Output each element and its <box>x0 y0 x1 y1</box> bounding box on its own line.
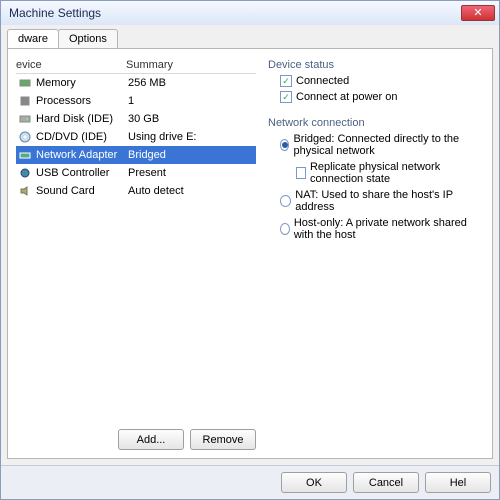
dialog-footer: OK Cancel Hel <box>1 465 499 499</box>
device-row[interactable]: Sound CardAuto detect <box>16 182 256 200</box>
device-summary: Present <box>128 167 254 179</box>
hostonly-radio[interactable]: Host-only: A private network shared with… <box>280 217 480 241</box>
replicate-label: Replicate physical network connection st… <box>310 161 480 185</box>
hostonly-label: Host-only: A private network shared with… <box>294 217 480 241</box>
radio-icon <box>280 139 289 151</box>
bridged-label: Bridged: Connected directly to the physi… <box>293 133 480 157</box>
net-icon <box>18 148 32 162</box>
connect-poweron-checkbox[interactable]: ✓ Connect at power on <box>280 91 480 103</box>
device-summary: 1 <box>128 95 254 107</box>
network-connection-group: Network connection Bridged: Connected di… <box>268 117 480 241</box>
cancel-button[interactable]: Cancel <box>353 472 419 493</box>
memory-icon <box>18 76 32 90</box>
device-status-group: Device status ✓ Connected ✓ Connect at p… <box>268 59 480 103</box>
device-list-header: evice Summary <box>16 57 256 74</box>
header-summary[interactable]: Summary <box>126 59 256 71</box>
device-row[interactable]: Network AdapterBridged <box>16 146 256 164</box>
device-buttons: Add... Remove <box>16 429 256 450</box>
titlebar[interactable]: Machine Settings ✕ <box>1 1 499 25</box>
connect-poweron-label: Connect at power on <box>296 91 398 103</box>
add-button[interactable]: Add... <box>118 429 184 450</box>
device-summary: 256 MB <box>128 77 254 89</box>
checkbox-icon <box>296 167 306 179</box>
device-name: USB Controller <box>36 167 128 179</box>
detail-panel: Device status ✓ Connected ✓ Connect at p… <box>264 57 484 450</box>
hdd-icon <box>18 112 32 126</box>
tab-hardware[interactable]: dware <box>7 29 59 48</box>
device-summary: 30 GB <box>128 113 254 125</box>
network-connection-title: Network connection <box>268 117 480 129</box>
tab-options[interactable]: Options <box>58 29 118 48</box>
tab-body: evice Summary Memory256 MBProcessors1Har… <box>7 48 493 459</box>
device-name: Network Adapter <box>36 149 128 161</box>
device-name: CD/DVD (IDE) <box>36 131 128 143</box>
device-row[interactable]: USB ControllerPresent <box>16 164 256 182</box>
checkbox-icon: ✓ <box>280 75 292 87</box>
bridged-radio[interactable]: Bridged: Connected directly to the physi… <box>280 133 480 157</box>
device-name: Sound Card <box>36 185 128 197</box>
replicate-checkbox[interactable]: Replicate physical network connection st… <box>296 161 480 185</box>
radio-icon <box>280 223 290 235</box>
device-summary: Using drive E: <box>128 131 254 143</box>
device-status-title: Device status <box>268 59 480 71</box>
device-summary: Auto detect <box>128 185 254 197</box>
help-button[interactable]: Hel <box>425 472 491 493</box>
window-title: Machine Settings <box>5 6 461 20</box>
device-name: Memory <box>36 77 128 89</box>
nat-label: NAT: Used to share the host's IP address <box>295 189 480 213</box>
settings-window: Machine Settings ✕ dware Options evice S… <box>0 0 500 500</box>
nat-radio[interactable]: NAT: Used to share the host's IP address <box>280 189 480 213</box>
device-summary: Bridged <box>128 149 254 161</box>
sound-icon <box>18 184 32 198</box>
device-row[interactable]: CD/DVD (IDE)Using drive E: <box>16 128 256 146</box>
device-name: Processors <box>36 95 128 107</box>
connected-checkbox[interactable]: ✓ Connected <box>280 75 480 87</box>
close-icon: ✕ <box>473 8 482 19</box>
usb-icon <box>18 166 32 180</box>
device-panel: evice Summary Memory256 MBProcessors1Har… <box>16 57 256 450</box>
header-device[interactable]: evice <box>16 59 126 71</box>
radio-icon <box>280 195 291 207</box>
device-row[interactable]: Processors1 <box>16 92 256 110</box>
device-list[interactable]: Memory256 MBProcessors1Hard Disk (IDE)30… <box>16 74 256 423</box>
cpu-icon <box>18 94 32 108</box>
cd-icon <box>18 130 32 144</box>
device-row[interactable]: Memory256 MB <box>16 74 256 92</box>
ok-button[interactable]: OK <box>281 472 347 493</box>
connected-label: Connected <box>296 75 349 87</box>
remove-button[interactable]: Remove <box>190 429 256 450</box>
close-button[interactable]: ✕ <box>461 5 495 21</box>
device-row[interactable]: Hard Disk (IDE)30 GB <box>16 110 256 128</box>
tab-strip: dware Options <box>1 25 499 48</box>
device-name: Hard Disk (IDE) <box>36 113 128 125</box>
checkbox-icon: ✓ <box>280 91 292 103</box>
